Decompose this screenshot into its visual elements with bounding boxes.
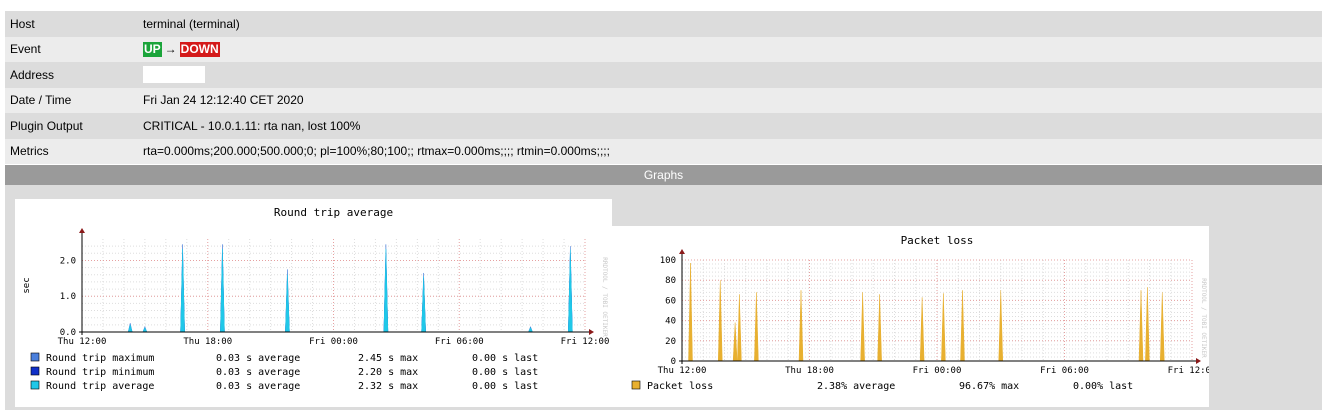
y-axis-label: sec: [22, 277, 32, 293]
x-tick-label: Thu 12:00: [658, 366, 707, 376]
data-spike: [220, 249, 225, 333]
detail-row-address: Address: [5, 62, 1322, 88]
x-tick-label: Thu 18:00: [183, 337, 232, 347]
detail-row-host: Host terminal (terminal): [5, 11, 1322, 37]
y-tick-label: 0: [671, 357, 676, 367]
y-tick-label: 1.0: [60, 292, 76, 302]
x-tick-label: Fri 12:00: [561, 337, 610, 347]
status-badge-down: DOWN: [179, 41, 220, 57]
x-tick-label: Fri 00:00: [309, 337, 358, 347]
data-spike: [941, 293, 946, 362]
data-spike: [1159, 292, 1165, 362]
legend-name: Packet loss: [647, 381, 713, 392]
detail-value: CRITICAL - 10.0.1.11: rta nan, lost 100%: [143, 118, 361, 133]
y-tick-label: 100: [660, 256, 676, 266]
graphs-header: Graphs: [5, 165, 1322, 185]
legend-swatch: [631, 380, 641, 390]
x-tick-label: Fri 06:00: [1040, 366, 1089, 376]
data-spike: [383, 249, 389, 333]
legend-average: 2.38% average: [817, 381, 895, 392]
legend-last: 0.00% last: [1073, 381, 1133, 392]
y-tick-label: 2.0: [60, 256, 76, 266]
watermark: RRDTOOL / TOBI OETIKER: [1200, 278, 1207, 358]
detail-row-plugin-output: Plugin Output CRITICAL - 10.0.1.11: rta …: [5, 113, 1322, 139]
detail-value: terminal (terminal): [143, 16, 240, 31]
data-spike: [960, 290, 965, 362]
y-axis-arrow: [79, 228, 85, 233]
data-spike: [919, 297, 925, 362]
data-spike: [737, 294, 742, 362]
detail-value: rta=0.000ms;200.000;500.000;0; pl=100%;8…: [143, 144, 610, 159]
detail-key: Host: [10, 16, 35, 31]
legend-name: Round trip average: [46, 381, 154, 392]
detail-value: UP → DOWN: [133, 41, 1322, 57]
detail-key: Event: [10, 42, 41, 57]
legend-average: 0.03 s average: [216, 367, 300, 378]
rta-graph-panel[interactable]: Round trip average Thu 12:00 Thu 18:00 Fri …: [15, 199, 612, 407]
data-spike: [1145, 287, 1150, 362]
legend-average: 0.03 s average: [216, 353, 300, 364]
x-axis-arrow: [1196, 358, 1201, 364]
detail-key: Metrics: [10, 144, 49, 159]
data-spike: [421, 276, 426, 333]
y-axis-arrow: [679, 249, 685, 254]
loss-graph: Packet loss Thu 12:00 Thu 18:00 Fri 00:00 Fr…: [631, 234, 1216, 392]
y-tick-label: 40: [665, 317, 676, 327]
data-spike: [180, 249, 185, 333]
watermark: RRDTOOL / TOBI OETIKER: [601, 257, 608, 337]
y-tick-label: 60: [665, 296, 676, 306]
legend-max: 2.20 s max: [358, 367, 418, 378]
data-spike: [798, 290, 804, 362]
legend-swatch: [30, 352, 40, 362]
status-badge-up: UP: [143, 41, 162, 57]
legend-max: 2.45 s max: [358, 353, 418, 364]
data-spike: [860, 292, 865, 362]
detail-value: [133, 66, 1322, 84]
x-tick-label: Fri 00:00: [913, 366, 962, 376]
detail-value: Fri Jan 24 12:12:40 CET 2020: [143, 93, 304, 108]
y-tick-label: 0.0: [60, 328, 76, 338]
details-table: Host terminal (terminal) Event UP → DOWN A…: [5, 11, 1322, 164]
chart-title: Packet loss: [901, 234, 974, 247]
legend-max: 2.32 s max: [358, 381, 418, 392]
detail-key: Date / Time: [10, 93, 72, 108]
data-spike: [285, 274, 290, 333]
legend-last: 0.00 s last: [472, 367, 538, 378]
chart-title: Round trip average: [274, 206, 393, 219]
detail-row-event: Event UP → DOWN: [5, 36, 1322, 62]
legend-name: Round trip minimum: [46, 367, 154, 378]
data-spike: [754, 292, 759, 362]
loss-graph-panel[interactable]: Packet loss Thu 12:00 Thu 18:00 Fri 00:00 Fr…: [612, 226, 1216, 407]
y-tick-label: 80: [665, 276, 676, 286]
detail-row-metrics: Metrics rta=0.000ms;200.000;500.000;0; p…: [5, 138, 1322, 164]
data-spike: [688, 263, 693, 362]
legend-last: 0.00 s last: [472, 353, 538, 364]
detail-row-datetime: Date / Time Fri Jan 24 12:12:40 CET 2020: [5, 87, 1322, 113]
x-tick-label: Thu 18:00: [785, 366, 834, 376]
x-tick-label: Thu 12:00: [58, 337, 107, 347]
data-spike: [568, 249, 573, 333]
graphs-area: Round trip average Thu 12:00 Thu 18:00 Fri …: [5, 185, 1322, 410]
x-tick-label: Fri 06:00: [435, 337, 484, 347]
legend-swatch: [30, 366, 40, 376]
detail-key: Plugin Output: [10, 118, 83, 133]
legend-max: 96.67% max: [959, 381, 1019, 392]
data-spike: [998, 290, 1004, 362]
legend-swatch: [30, 380, 40, 390]
y-tick-label: 20: [665, 337, 676, 347]
rta-graph: Round trip average Thu 12:00 Thu 18:00 Fri …: [22, 206, 610, 392]
legend-name: Round trip maximum: [46, 353, 154, 364]
data-spike: [877, 294, 882, 362]
x-tick-label: Fri 12:00: [1168, 366, 1209, 376]
redacted-address: [143, 66, 205, 84]
x-axis-arrow: [589, 329, 594, 335]
arrow-right-icon: →: [164, 41, 177, 56]
data-spike: [1138, 290, 1144, 362]
detail-key: Address: [10, 67, 55, 82]
legend-last: 0.00 s last: [472, 381, 538, 392]
legend-average: 0.03 s average: [216, 381, 300, 392]
